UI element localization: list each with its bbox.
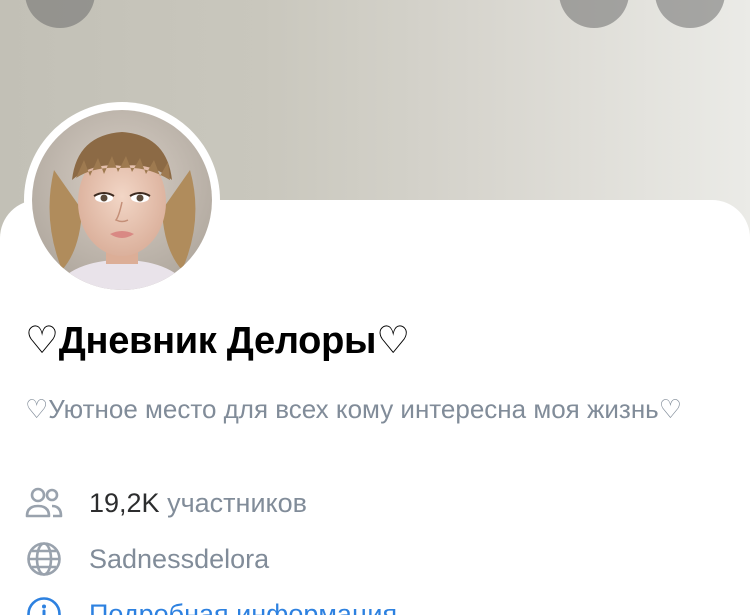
group-description: ♡Уютное место для всех кому интересна мо… bbox=[25, 394, 683, 424]
group-title: ♡Дневник Делоры♡ bbox=[25, 320, 410, 362]
avatar-photo bbox=[32, 110, 212, 290]
details-row[interactable]: Подробная информация bbox=[25, 594, 397, 615]
members-label: участников bbox=[167, 487, 307, 518]
avatar[interactable] bbox=[24, 102, 220, 298]
info-circle-icon bbox=[25, 595, 63, 615]
users-icon bbox=[25, 484, 63, 522]
website-text: Sadnessdelora bbox=[89, 543, 270, 574]
bell-icon bbox=[574, 0, 614, 16]
details-link[interactable]: Подробная информация bbox=[89, 599, 397, 615]
members-text: 19,2K участников bbox=[89, 488, 307, 519]
members-count: 19,2K bbox=[89, 487, 160, 518]
chevron-left-icon bbox=[40, 0, 80, 16]
members-row[interactable]: 19,2K участников bbox=[25, 483, 307, 523]
group-profile-screen: ♡Дневник Делоры♡ ♡Уютное место для всех … bbox=[0, 0, 750, 615]
globe-icon bbox=[25, 540, 63, 578]
website-row[interactable]: Sadnessdelora bbox=[25, 539, 269, 579]
